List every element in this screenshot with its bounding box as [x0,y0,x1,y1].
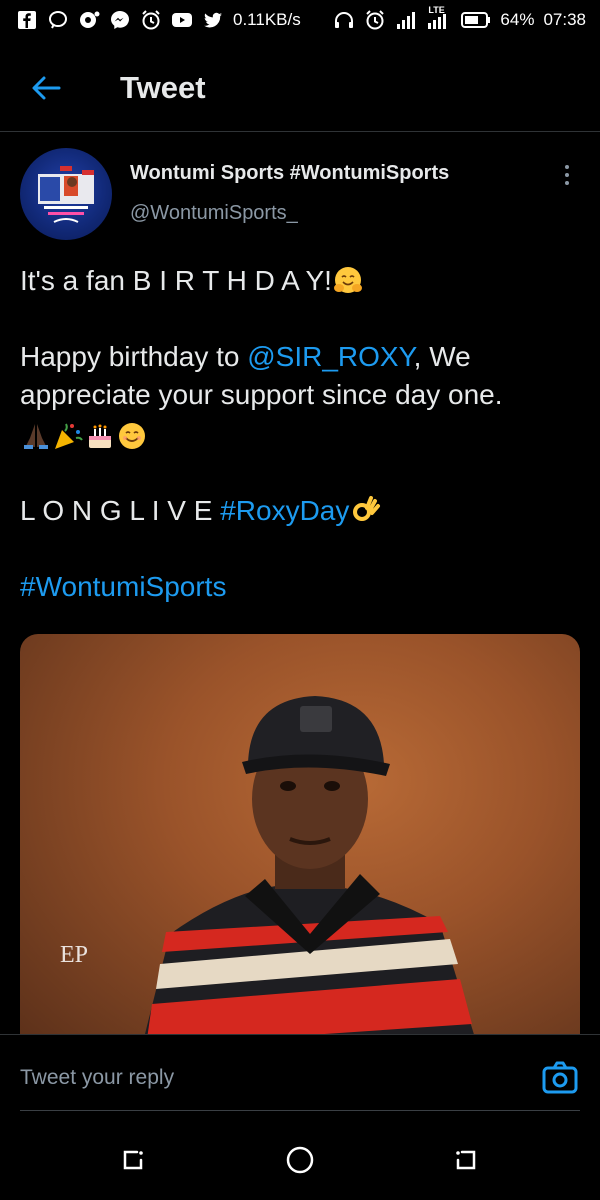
birthday-cake-emoji [89,424,111,448]
recent-apps-icon [123,1150,143,1170]
messenger-icon [111,11,129,29]
tweet-line-1: It's a fan B I R T H D A Y! [20,262,580,300]
smiling-face-emoji [119,423,145,449]
avatar[interactable] [20,148,112,240]
party-popper-emoji [55,423,83,449]
home-button[interactable] [282,1142,318,1178]
author-handle[interactable]: @WontumiSports_ [130,202,298,225]
recent-apps-button[interactable] [115,1142,151,1178]
photo-watermark: EP [60,942,88,968]
alarm-icon [366,10,385,30]
more-options-button[interactable] [554,160,580,190]
camera-button[interactable] [540,1058,580,1098]
tweet-photo[interactable]: EP [20,634,580,1054]
twitter-icon [204,12,222,28]
reply-input[interactable]: Tweet your reply [20,1066,174,1090]
headphones-icon [335,12,354,28]
status-bar-notifications: 0.11KB/s [16,9,301,31]
reply-divider [20,1110,580,1111]
tweet-text-birthday: It's a fan B I R T H D A Y! [20,265,332,296]
tweet-line-4: #WontumiSports [20,568,580,606]
tweet-text-greeting: Happy birthday to [20,341,248,372]
more-dot-icon [565,165,569,169]
tweet-line-2: Happy birthday to @SIR_ROXY, We apprecia… [20,338,580,414]
tweet-header: Tweet [0,40,600,132]
status-bar-system: LTE 64% 07:38 [333,5,586,31]
messenger-bubble-icon [49,11,67,29]
arrow-left-icon [32,76,61,100]
home-icon [286,1146,314,1174]
alarm-icon [142,10,160,30]
notification-dot-icon [80,11,100,28]
youtube-icon [172,13,192,27]
ok-hand-emoji [353,496,381,521]
praying-hands-emoji [24,424,48,449]
more-dot-icon [565,173,569,177]
page-title: Tweet [120,70,206,105]
battery-icon [461,12,491,28]
back-icon [456,1150,476,1170]
camera-icon [542,1061,578,1094]
tweet-emoji-row [20,418,580,458]
battery-percent: 64% [500,10,535,29]
facebook-icon [18,11,36,29]
clock: 07:38 [543,10,586,29]
author-name[interactable]: Wontumi Sports #WontumiSports [130,162,449,185]
tweet-line-3: L O N G L I V E #RoxyDay [20,492,580,530]
signal-lte-icon: LTE [426,5,452,31]
hugging-face-emoji [333,267,362,293]
hashtag-wontumisports-link[interactable]: #WontumiSports [20,571,226,602]
tweet-text-longlive: L O N G L I V E [20,495,221,526]
photo-of-man-in-cap: EP [60,696,480,1054]
more-dot-icon [565,181,569,185]
mention-link[interactable]: @SIR_ROXY [247,341,413,372]
avatar-image [38,166,94,223]
back-button[interactable] [28,70,64,106]
status-bar: 0.11KB/s LTE 64% 07:38 [0,0,600,40]
signal-icon [397,12,416,29]
system-back-button[interactable] [448,1142,484,1178]
network-speed: 0.11KB/s [233,10,301,29]
hashtag-roxyday-link[interactable]: #RoxyDay [220,495,349,526]
